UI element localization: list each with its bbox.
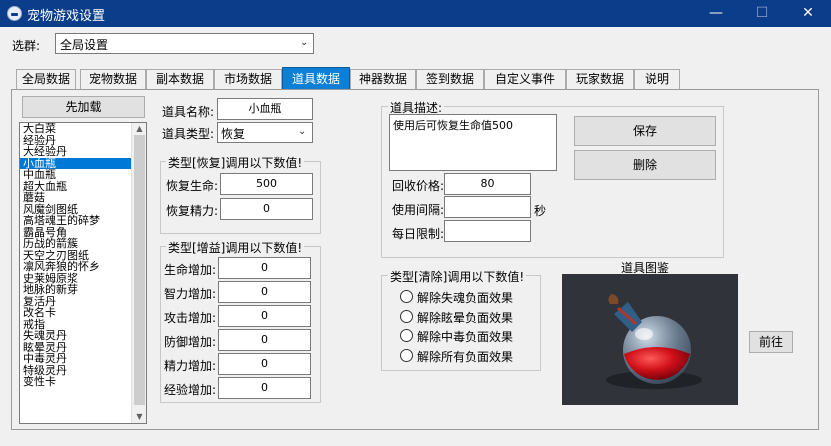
buff-field-label: 攻击增加: (164, 311, 217, 325)
use-interval-input[interactable] (444, 196, 531, 218)
save-button[interactable]: 保存 (574, 116, 716, 146)
clear-option-radio[interactable] (400, 329, 413, 342)
item-name-input[interactable]: 小血瓶 (217, 98, 313, 120)
item-type-value: 恢复 (221, 127, 246, 141)
list-item[interactable]: 中血瓶 (20, 169, 146, 181)
buff-field-label: 生命增加: (164, 263, 217, 277)
list-item[interactable]: 大白菜 (20, 123, 146, 135)
tab-3[interactable]: 市场数据 (214, 69, 282, 89)
delete-button[interactable]: 删除 (574, 150, 716, 180)
tab-4[interactable]: 道具数据 (282, 67, 350, 90)
tab-1[interactable]: 宠物数据 (80, 69, 146, 89)
maximize-button[interactable]: ☐ (739, 0, 785, 27)
list-item[interactable]: 变性卡 (20, 376, 146, 388)
buff-group-title: 类型[增益]调用以下数值! (166, 239, 305, 256)
buff-field-input[interactable]: 0 (218, 353, 311, 375)
recycle-price-input[interactable]: 80 (444, 173, 531, 195)
buff-field-input[interactable]: 0 (218, 377, 311, 399)
buff-field-label: 经验增加: (164, 383, 217, 397)
list-item[interactable]: 中毒灵丹 (20, 353, 146, 365)
clear-option-radio[interactable] (400, 348, 413, 362)
restore-field-label: 恢复精力: (166, 204, 219, 218)
buff-field-label: 精力增加: (164, 359, 217, 373)
group-selector[interactable]: 全局设置 ⌄ (55, 33, 314, 54)
buff-field-input[interactable]: 0 (218, 305, 311, 327)
list-item[interactable]: 地脉的新芽 (20, 284, 146, 296)
load-button[interactable]: 先加载 (22, 96, 145, 118)
clear-option-label[interactable]: 解除中毒负面效果 (417, 328, 513, 345)
tab-9[interactable]: 说明 (634, 69, 680, 89)
restore-field-input[interactable]: 0 (220, 198, 313, 220)
item-type-label: 道具类型: (162, 127, 215, 141)
chevron-down-icon: ⌄ (300, 37, 309, 48)
item-image (562, 274, 738, 405)
list-item[interactable]: 蘑菇 (20, 192, 146, 204)
restore-field-input[interactable]: 500 (220, 173, 313, 195)
item-name-label: 道具名称: (162, 105, 215, 119)
title-bar: 宠物游戏设置 — ☐ ✕ (0, 0, 831, 27)
buff-field-label: 防御增加: (164, 335, 217, 349)
minimize-button[interactable]: — (693, 0, 739, 27)
group-selector-value: 全局设置 (60, 38, 109, 52)
recycle-price-label: 回收价格: (392, 179, 445, 193)
list-item[interactable]: 高塔魂王的碎梦 (20, 215, 146, 227)
tab-5[interactable]: 神器数据 (350, 69, 416, 89)
app-icon (7, 6, 22, 21)
clear-option-label[interactable]: 解除所有负面效果 (417, 348, 513, 365)
clear-option-radio[interactable] (400, 309, 413, 323)
description-textarea[interactable]: 使用后可恢复生命值500 (389, 114, 557, 171)
item-list[interactable]: 大白菜 经验丹 大经验丹 小血瓶 中血瓶 超大血瓶 蘑菇 风魔剑图纸 高塔魂王的碎梦 霸晶号角 历战… (19, 122, 147, 424)
tab-7[interactable]: 自定义事件 (484, 69, 566, 89)
list-item[interactable]: 历战的箭簇 (20, 238, 146, 250)
scroll-thumb[interactable] (134, 135, 145, 405)
clear-group-title: 类型[清除]调用以下数值! (388, 268, 527, 285)
scroll-up-icon[interactable]: ▲ (135, 124, 144, 133)
buff-field-input[interactable]: 0 (218, 257, 311, 279)
clear-option-label[interactable]: 解除失魂负面效果 (417, 289, 513, 306)
clear-option-radio[interactable] (400, 290, 413, 303)
buff-field-input[interactable]: 0 (218, 329, 311, 351)
tab-2[interactable]: 副本数据 (146, 69, 214, 89)
tab-8[interactable]: 玩家数据 (566, 69, 634, 89)
buff-field-label: 智力增加: (164, 287, 217, 301)
scroll-down-icon[interactable]: ▼ (135, 412, 144, 421)
tab-0[interactable]: 全局数据 (16, 69, 76, 89)
red-potion-icon (606, 294, 702, 389)
item-type-select[interactable]: 恢复 ⌄ (217, 122, 313, 143)
goto-button[interactable]: 前往 (749, 331, 793, 353)
buff-field-input[interactable]: 0 (218, 281, 311, 303)
tab-6[interactable]: 签到数据 (416, 69, 484, 89)
daily-limit-input[interactable] (444, 220, 531, 242)
clear-option-label[interactable]: 解除眩晕负面效果 (417, 309, 513, 326)
window-title: 宠物游戏设置 (27, 9, 106, 24)
list-item[interactable]: 凛风奔狼的怀乡 (20, 261, 146, 273)
daily-limit-label: 每日限制: (392, 227, 445, 241)
restore-field-label: 恢复生命: (166, 179, 219, 193)
list-item[interactable]: 改名卡 (20, 307, 146, 319)
item-list-scrollbar[interactable]: ▲ ▼ (131, 123, 146, 423)
chevron-down-icon: ⌄ (298, 126, 307, 137)
close-button[interactable]: ✕ (785, 0, 831, 27)
list-item[interactable]: 大经验丹 (20, 146, 146, 158)
restore-group-title: 类型[恢复]调用以下数值! (166, 154, 305, 171)
use-interval-unit: 秒 (534, 204, 547, 218)
use-interval-label: 使用间隔: (392, 203, 445, 217)
group-selector-label: 选群: (12, 39, 41, 53)
list-item[interactable]: 失魂灵丹 (20, 330, 146, 342)
